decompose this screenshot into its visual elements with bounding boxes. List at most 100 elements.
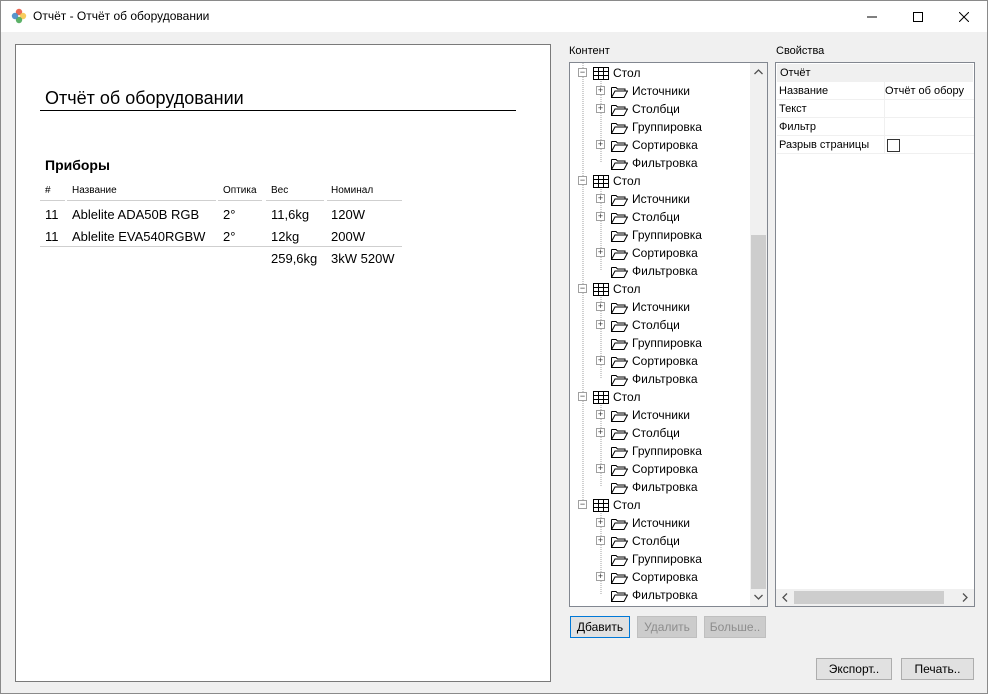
expand-icon[interactable]: +: [596, 536, 605, 545]
expand-icon[interactable]: +: [596, 140, 605, 149]
tree-item-table[interactable]: − Стол: [578, 388, 640, 406]
tree-item-label: Стол: [613, 174, 641, 188]
tree-item-table[interactable]: − Стол: [578, 64, 640, 82]
expand-icon[interactable]: +: [596, 428, 605, 437]
tree-item-sources[interactable]: + Источники: [596, 190, 690, 208]
header-line: [327, 200, 402, 201]
minimize-button[interactable]: [849, 1, 895, 32]
folder-icon: [611, 122, 628, 134]
collapse-icon[interactable]: −: [578, 392, 587, 401]
print-button[interactable]: Печать..: [901, 658, 974, 680]
expand-icon[interactable]: +: [596, 194, 605, 203]
properties-label: Свойства: [776, 45, 825, 57]
tree-item-label: Стол: [613, 498, 641, 512]
report-window: Отчёт - Отчёт об оборудовании Отчёт об о…: [0, 0, 988, 694]
property-row-page-break[interactable]: Разрыв страницы: [777, 136, 974, 154]
tree-item-columns[interactable]: + Столбци: [596, 316, 680, 334]
delete-button[interactable]: Удалить: [637, 616, 697, 638]
collapse-icon[interactable]: −: [578, 284, 587, 293]
content-tree[interactable]: − Стол + Источники + Столбци Группировка…: [569, 62, 768, 607]
tree-item-label: Фильтровка: [632, 156, 698, 170]
property-row-filter[interactable]: Фильтр: [777, 118, 974, 136]
collapse-icon[interactable]: −: [578, 68, 587, 77]
scroll-up-icon[interactable]: [754, 69, 763, 75]
folder-icon: [611, 338, 628, 350]
scroll-right-icon[interactable]: [962, 593, 968, 602]
tree-item-sources[interactable]: + Источники: [596, 82, 690, 100]
collapse-icon[interactable]: −: [578, 176, 587, 185]
tree-item-filtering[interactable]: Фильтровка: [596, 478, 698, 496]
folder-icon: [611, 374, 628, 386]
folder-icon: [611, 590, 628, 602]
tree-item-sorting[interactable]: + Сортировка: [596, 352, 698, 370]
tree-item-columns[interactable]: + Столбци: [596, 532, 680, 550]
scroll-down-icon[interactable]: [754, 594, 763, 600]
tree-item-grouping[interactable]: Группировка: [596, 442, 702, 460]
tree-item-filtering[interactable]: Фильтровка: [596, 262, 698, 280]
add-button[interactable]: Дбавить: [570, 616, 630, 638]
property-row-text[interactable]: Текст: [777, 100, 974, 118]
tree-item-grouping[interactable]: Группировка: [596, 334, 702, 352]
folder-icon: [611, 482, 628, 494]
col-header-name: Название: [72, 185, 117, 196]
tree-vertical-scrollbar[interactable]: [750, 63, 767, 606]
tree-item-label: Фильтровка: [632, 264, 698, 278]
expand-icon[interactable]: +: [596, 320, 605, 329]
tree-item-grouping[interactable]: Группировка: [596, 226, 702, 244]
close-button[interactable]: [941, 1, 987, 32]
table-cell: 12kg: [271, 229, 300, 244]
expand-icon[interactable]: +: [596, 248, 605, 257]
tree-item-columns[interactable]: + Столбци: [596, 100, 680, 118]
tree-item-label: Источники: [632, 408, 690, 422]
tree-item-sources[interactable]: + Источники: [596, 406, 690, 424]
property-name: Разрыв страницы: [779, 139, 870, 151]
tree-item-sources[interactable]: + Источники: [596, 298, 690, 316]
properties-horizontal-scrollbar[interactable]: [776, 589, 974, 606]
expand-icon[interactable]: +: [596, 410, 605, 419]
tree-item-filtering[interactable]: Фильтровка: [596, 586, 698, 604]
tree-item-sorting[interactable]: + Сортировка: [596, 460, 698, 478]
tree-item-columns[interactable]: + Столбци: [596, 424, 680, 442]
table-icon: [593, 174, 609, 188]
property-divider: [884, 100, 885, 118]
tree-item-sorting[interactable]: + Сортировка: [596, 136, 698, 154]
tree-item-sources[interactable]: + Источники: [596, 514, 690, 532]
tree-item-filtering[interactable]: Фильтровка: [596, 370, 698, 388]
tree-item-sorting[interactable]: + Сортировка: [596, 568, 698, 586]
table-cell: Ablelite EVA540RGBW: [72, 229, 206, 244]
expand-icon[interactable]: +: [596, 212, 605, 221]
maximize-button[interactable]: [895, 1, 941, 32]
expand-icon[interactable]: +: [596, 518, 605, 527]
expand-icon[interactable]: +: [596, 572, 605, 581]
tree-item-filtering[interactable]: Фильтровка: [596, 154, 698, 172]
folder-icon: [611, 158, 628, 170]
tree-item-label: Фильтровка: [632, 480, 698, 494]
export-button[interactable]: Экспорт..: [816, 658, 892, 680]
tree-item-columns[interactable]: + Столбци: [596, 208, 680, 226]
property-divider: [884, 118, 885, 136]
scrollbar-thumb[interactable]: [751, 235, 766, 589]
tree-item-label: Столбци: [632, 426, 680, 440]
scroll-left-icon[interactable]: [782, 593, 788, 602]
page-break-checkbox[interactable]: [887, 139, 900, 152]
tree-item-table[interactable]: − Стол: [578, 280, 640, 298]
tree-item-sorting[interactable]: + Сортировка: [596, 244, 698, 262]
properties-grid[interactable]: Отчёт Название Отчёт об обору Текст Филь…: [775, 62, 975, 607]
more-button[interactable]: Больше..: [704, 616, 766, 638]
tree-item-grouping[interactable]: Группировка: [596, 118, 702, 136]
expand-icon[interactable]: +: [596, 104, 605, 113]
property-row-name[interactable]: Название Отчёт об обору: [777, 82, 974, 100]
tree-item-grouping[interactable]: Группировка: [596, 550, 702, 568]
col-header-num: #: [45, 185, 51, 196]
table-cell: 2°: [223, 229, 236, 244]
expand-icon[interactable]: +: [596, 464, 605, 473]
collapse-icon[interactable]: −: [578, 500, 587, 509]
tree-item-label: Столбци: [632, 102, 680, 116]
tree-item-table[interactable]: − Стол: [578, 172, 640, 190]
tree-item-table[interactable]: − Стол: [578, 496, 640, 514]
property-value[interactable]: Отчёт об обору: [885, 85, 964, 97]
expand-icon[interactable]: +: [596, 302, 605, 311]
expand-icon[interactable]: +: [596, 356, 605, 365]
expand-icon[interactable]: +: [596, 86, 605, 95]
scrollbar-thumb[interactable]: [794, 591, 944, 604]
